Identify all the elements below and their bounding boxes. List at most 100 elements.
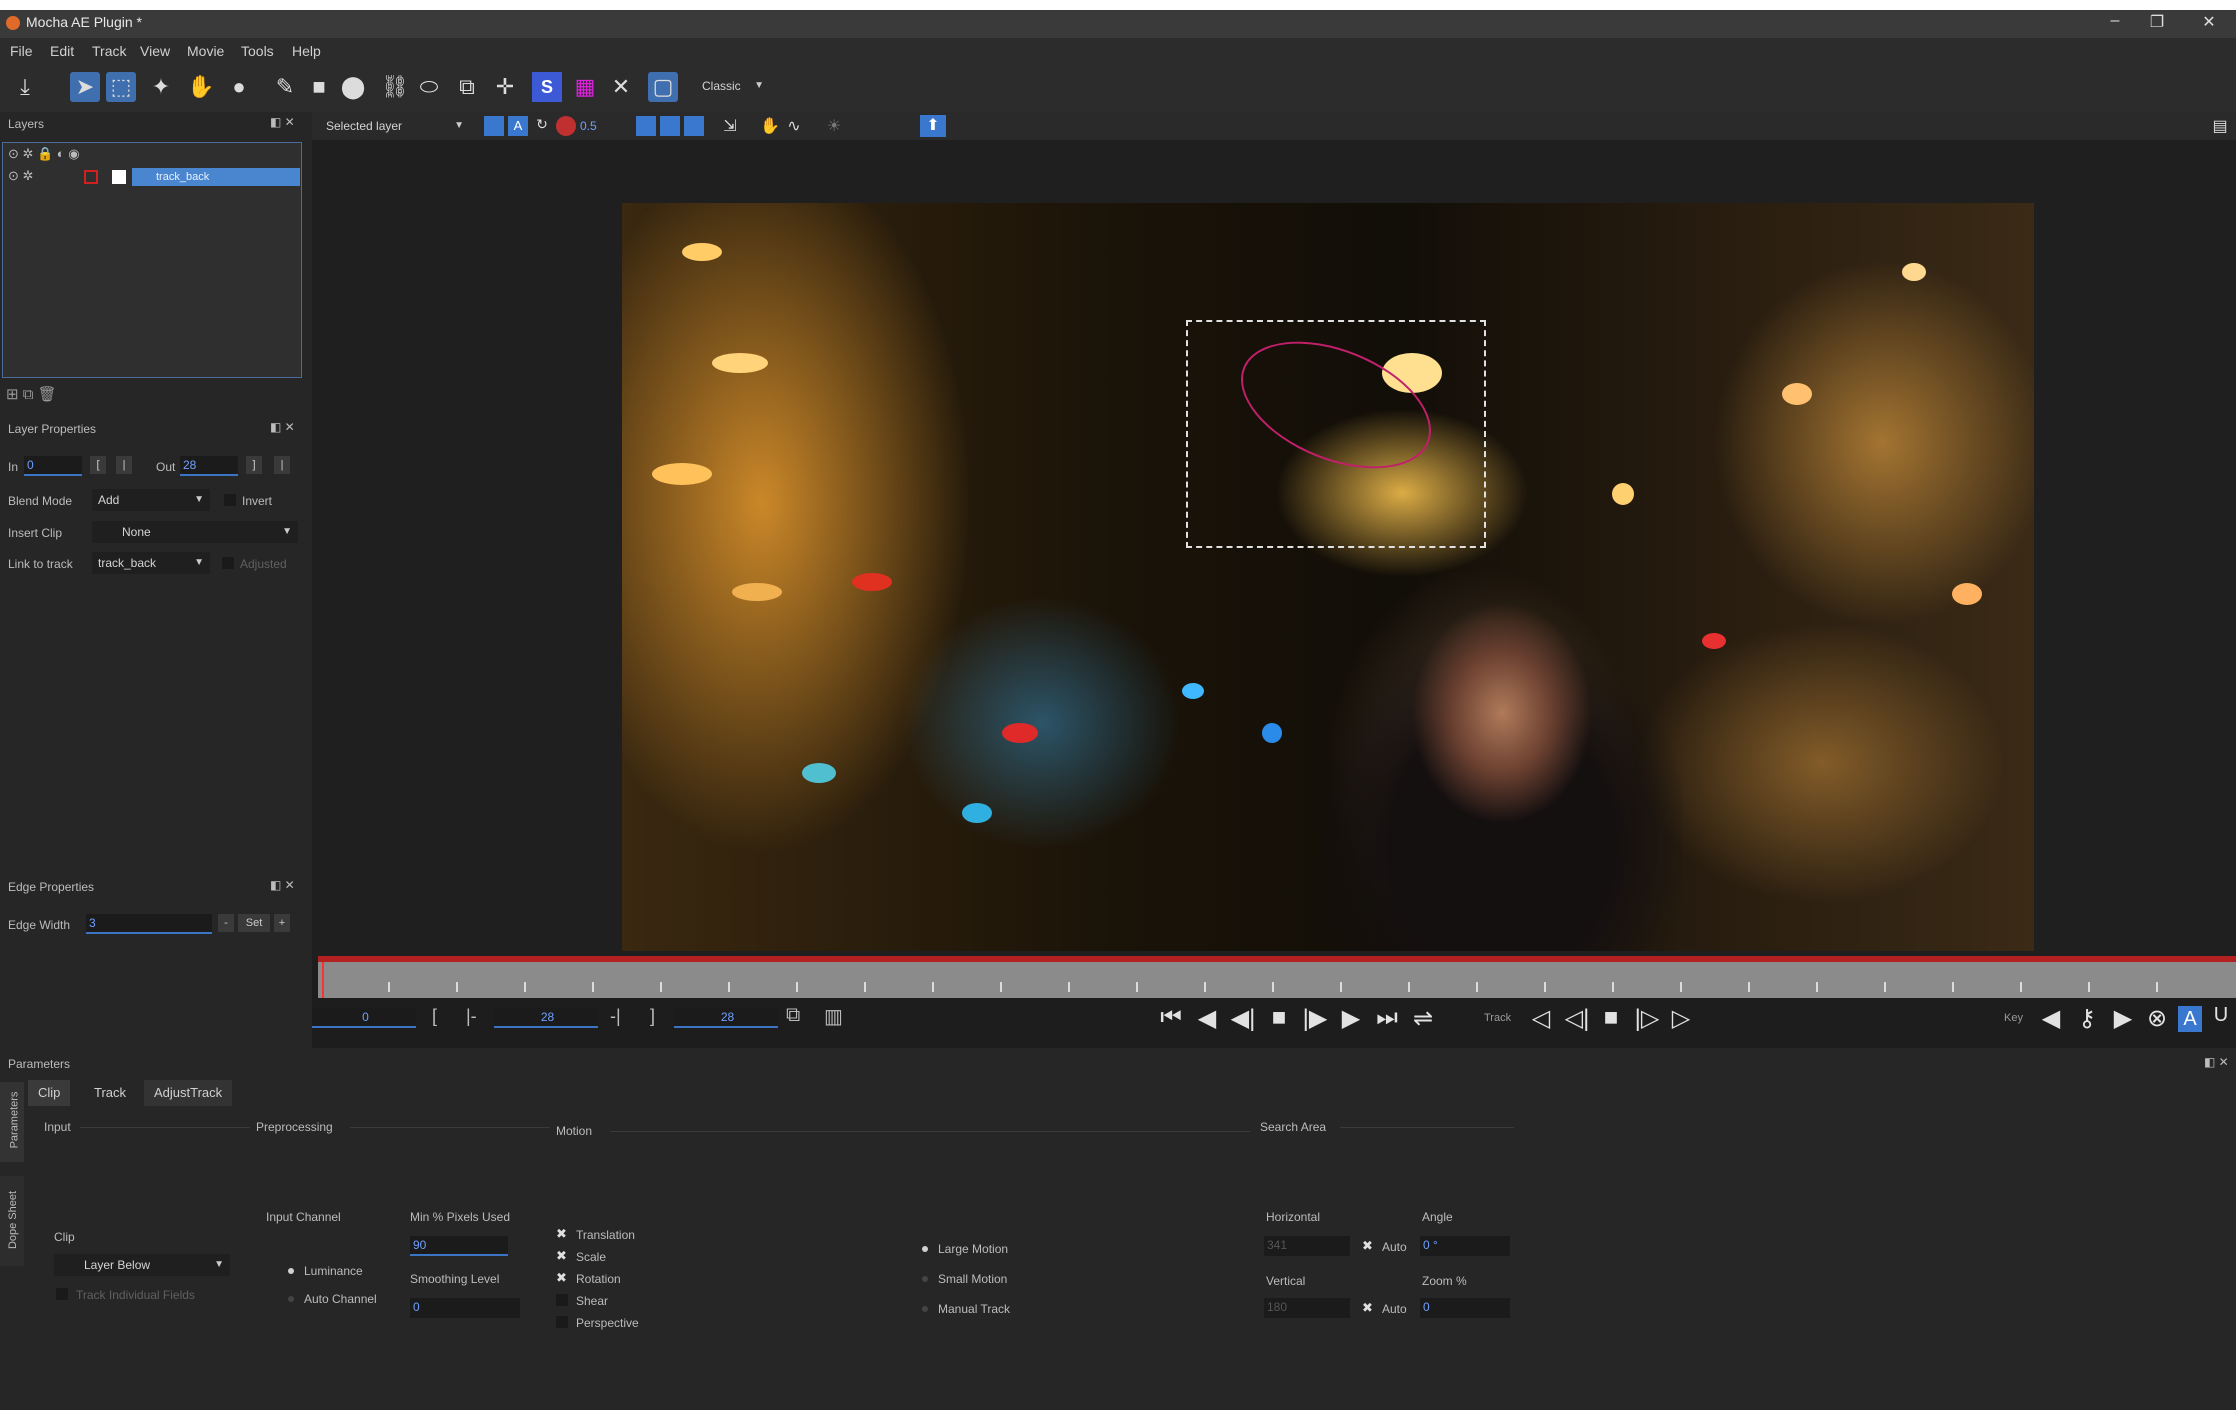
luminance-radio[interactable] — [288, 1268, 294, 1274]
edge-width-minus[interactable]: - — [218, 914, 234, 932]
hand-tool-icon[interactable]: ✋ — [186, 72, 216, 102]
layer-select-dropdown[interactable]: Selected layer ▼ — [320, 115, 470, 137]
clip-frame[interactable] — [622, 203, 2034, 951]
timeline[interactable] — [318, 956, 2236, 998]
out-field[interactable]: 28 — [180, 456, 238, 476]
fit-icon[interactable]: ✕ — [606, 72, 636, 102]
min-pixels-field[interactable]: 90 — [410, 1236, 508, 1256]
tab-clip[interactable]: Clip — [28, 1080, 71, 1106]
tab-adjusttrack[interactable]: AdjustTrack — [144, 1080, 233, 1106]
zoom-field[interactable]: 0 — [1420, 1298, 1510, 1318]
rotation-checkbox[interactable]: ✖ — [556, 1270, 567, 1286]
large-motion-radio[interactable] — [922, 1246, 928, 1252]
close-button[interactable]: ✕ — [2194, 12, 2224, 32]
play-backward-icon[interactable]: ◀ — [1192, 1004, 1222, 1033]
link-icon[interactable]: ⛓ — [380, 72, 410, 102]
set-in-point-icon[interactable]: [ — [432, 1006, 437, 1027]
panel-float-icon[interactable]: ◧ ✕ — [270, 115, 295, 129]
layer-actions-icons[interactable]: ⊞ ⧉ 🗑 — [6, 385, 57, 403]
grid-icon[interactable]: ▦ — [570, 72, 600, 102]
export-icon[interactable]: ⬆ — [920, 115, 946, 137]
in-frame-field[interactable]: 28 — [494, 1008, 598, 1028]
invert-checkbox[interactable] — [224, 494, 236, 506]
view-mode-icon[interactable] — [636, 116, 656, 136]
alpha-icon[interactable]: A — [508, 116, 528, 136]
prev-key-icon[interactable]: ◀ — [2036, 1004, 2066, 1033]
select-points-icon[interactable]: ⬚ — [106, 72, 136, 102]
manual-track-radio[interactable] — [922, 1306, 928, 1312]
link-to-track-dropdown[interactable]: track_back ▼ — [92, 552, 210, 574]
unlock-icon[interactable]: U — [2206, 1004, 2236, 1027]
curve-icon[interactable]: ∿ — [784, 116, 804, 136]
step-back-icon[interactable]: ◀| — [1228, 1004, 1258, 1033]
blend-mode-dropdown[interactable]: Add ▼ — [92, 489, 210, 511]
move-tool-icon[interactable]: ✛ — [490, 72, 520, 102]
adjusted-checkbox[interactable] — [222, 557, 234, 569]
restore-button[interactable]: ❐ — [2142, 12, 2172, 32]
brightness-icon[interactable]: ☀ — [824, 116, 844, 136]
goto-start-icon[interactable]: ⏮ — [1156, 1004, 1186, 1032]
rectangle-tool-icon[interactable]: ■ — [304, 72, 334, 102]
loop-icon[interactable]: ⇌ — [1408, 1004, 1438, 1033]
zoom-tool-icon[interactable]: ● — [224, 72, 254, 102]
menu-help[interactable]: Help — [292, 43, 321, 59]
goto-out-icon[interactable]: | — [274, 456, 290, 474]
perspective-checkbox[interactable] — [556, 1316, 568, 1328]
edge-width-plus[interactable]: + — [274, 914, 290, 932]
goto-out-point-icon[interactable]: -| — [610, 1006, 621, 1027]
surface-icon[interactable]: S — [532, 72, 562, 102]
menu-track[interactable]: Track — [92, 43, 126, 59]
track-step-forward-icon[interactable]: |▷ — [1632, 1004, 1662, 1033]
menu-movie[interactable]: Movie — [187, 43, 224, 59]
add-key-icon[interactable]: ⚷ — [2072, 1004, 2102, 1033]
reset-range-icon[interactable]: ▥ — [824, 1004, 843, 1029]
edge-width-field[interactable]: 3 — [86, 914, 212, 934]
auto-vertical-checkbox[interactable]: ✖ — [1362, 1300, 1373, 1316]
delete-key-icon[interactable]: ⊗ — [2142, 1004, 2172, 1033]
bspline-icon[interactable]: ⬭ — [414, 72, 444, 102]
out-frame-field[interactable]: 28 — [674, 1008, 778, 1028]
refresh-icon[interactable]: ↻ — [532, 116, 552, 136]
set-out-icon[interactable]: ] — [246, 456, 262, 474]
add-point-icon[interactable]: ✦ — [146, 72, 176, 102]
current-frame-field[interactable]: 0 — [312, 1008, 416, 1028]
scale-checkbox[interactable]: ✖ — [556, 1248, 567, 1264]
xspline-icon[interactable]: ✎ — [270, 72, 300, 102]
track-step-back-icon[interactable]: ◁| — [1562, 1004, 1592, 1033]
autokey-icon[interactable]: A — [2178, 1006, 2202, 1032]
vertical-field[interactable]: 180 — [1264, 1298, 1350, 1318]
transform-icon[interactable]: ⧉ — [452, 72, 482, 102]
hand-icon[interactable]: ✋ — [760, 116, 780, 136]
save-icon[interactable]: ⤓ — [10, 72, 40, 102]
clip-dropdown[interactable]: Layer Below ▼ — [54, 1254, 230, 1276]
panel-float-icon-4[interactable]: ◧ ✕ — [2204, 1055, 2229, 1069]
set-out-point-icon[interactable]: ] — [650, 1006, 655, 1027]
angle-field[interactable]: 0 ° — [1420, 1236, 1510, 1256]
insert-clip-dropdown[interactable]: None ▼ — [92, 521, 298, 543]
smoothing-field[interactable]: 0 — [410, 1298, 520, 1318]
select-tool-icon[interactable]: ➤ — [70, 72, 100, 102]
matte-icon[interactable] — [684, 116, 704, 136]
panel-float-icon-3[interactable]: ◧ ✕ — [270, 878, 295, 892]
goto-in-point-icon[interactable]: |- — [466, 1006, 477, 1027]
menu-file[interactable]: File — [10, 43, 33, 59]
auto-horizontal-checkbox[interactable]: ✖ — [1362, 1238, 1373, 1254]
layer-color-icon[interactable] — [84, 170, 98, 184]
rgb-icon[interactable] — [484, 116, 504, 136]
track-fields-checkbox[interactable] — [56, 1288, 68, 1300]
mask-icon[interactable] — [660, 116, 680, 136]
menu-edit[interactable]: Edit — [50, 43, 74, 59]
layer-row-track-back[interactable]: track_back — [132, 168, 300, 186]
minimize-button[interactable]: – — [2100, 12, 2130, 30]
panel-float-icon-2[interactable]: ◧ ✕ — [270, 420, 295, 434]
menu-view[interactable]: View — [140, 43, 170, 59]
trim-icon[interactable]: ⧉ — [786, 1004, 800, 1027]
translation-checkbox[interactable]: ✖ — [556, 1226, 567, 1242]
show-planar-icon[interactable]: ▢ — [648, 72, 678, 102]
step-forward-icon[interactable]: |▶ — [1300, 1004, 1330, 1033]
tab-track[interactable]: Track — [84, 1080, 137, 1106]
workspace-dropdown[interactable]: Classic ▼ — [696, 75, 770, 97]
in-field[interactable]: 0 — [24, 456, 82, 476]
track-forward-icon[interactable]: ▷ — [1666, 1004, 1696, 1033]
small-motion-radio[interactable] — [922, 1276, 928, 1282]
